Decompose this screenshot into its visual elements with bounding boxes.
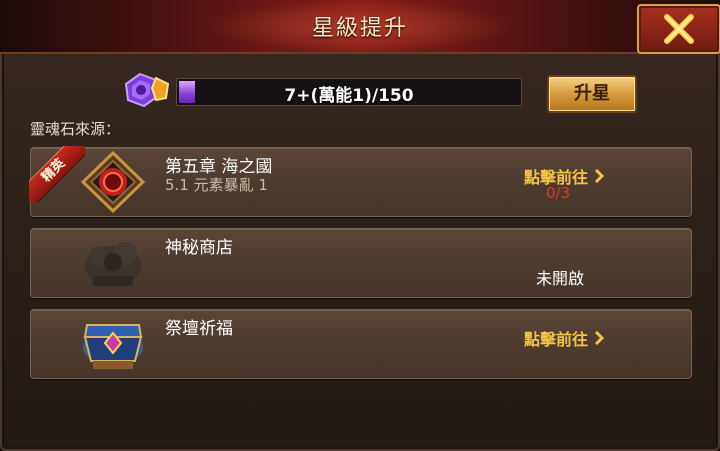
star-upgrade-dialog: 星級提升 7+(萬能1)/150 升星 靈魂石來源： 精英 第五章 海之國 5.… [0, 0, 720, 451]
source-row-altar[interactable]: 祭壇祈福 點擊前往 [30, 309, 692, 379]
elite-stage-medallion-icon [80, 151, 146, 213]
source-stage-detail: 5.1 元素暴亂 1 [165, 176, 268, 194]
altar-chest-icon [83, 324, 143, 369]
upgrade-star-button[interactable]: 升星 [547, 75, 637, 113]
source-name: 祭壇祈福 [165, 319, 233, 339]
close-button[interactable] [637, 4, 720, 54]
go-to-link[interactable]: 點擊前往 [524, 326, 605, 350]
source-name: 神秘商店 [165, 238, 233, 258]
progress-text: 7+(萬能1)/150 [284, 86, 414, 106]
source-row-mystery-shop: 神秘商店 未開啟 [30, 228, 692, 298]
soul-stone-icon [124, 72, 170, 108]
soul-stone-source-label: 靈魂石來源： [30, 120, 121, 138]
dialog-title: 星級提升 [311, 16, 408, 41]
mystery-shop-icon [85, 242, 141, 286]
go-to-label: 點擊前往 [524, 330, 589, 349]
soul-stone-progress-bar: 7+(萬能1)/150 [176, 78, 522, 106]
chevron-right-icon [594, 169, 605, 183]
source-row-stage[interactable]: 精英 第五章 海之國 5.1 元素暴亂 1 點擊前往 0/3 [29, 146, 692, 217]
attempt-count: 0/3 [546, 184, 571, 202]
chevron-right-icon [594, 331, 605, 345]
title-bar: 星級提升 [0, 0, 720, 54]
source-status: 未開啟 [536, 269, 585, 288]
close-x-icon [664, 14, 694, 44]
